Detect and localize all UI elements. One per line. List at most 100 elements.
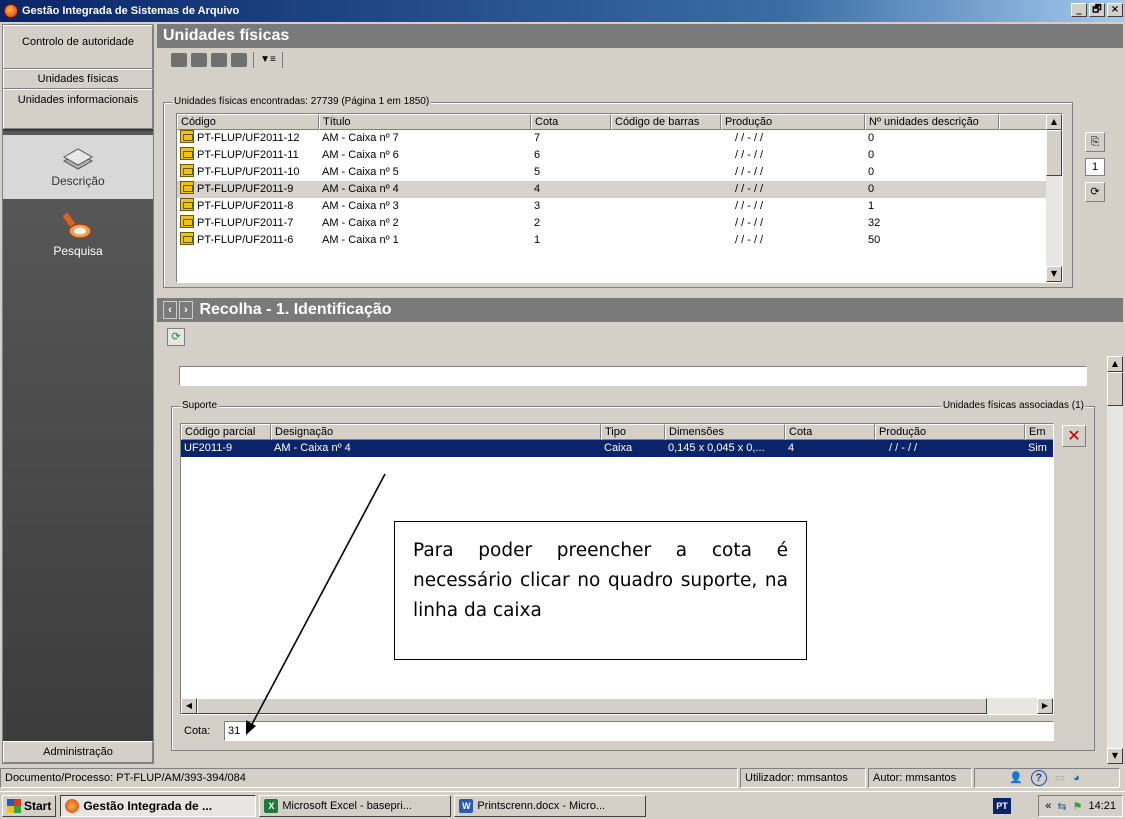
results-vscrollbar[interactable]: ▲ ▼ (1046, 114, 1062, 282)
col-titulo[interactable]: Título (319, 114, 531, 130)
cell-n: 0 (868, 183, 875, 195)
text-input[interactable] (179, 366, 1087, 386)
cell-n: 0 (868, 166, 875, 178)
sidebar-item-pesquisa[interactable]: Pesquisa (3, 205, 153, 265)
col-n-unidades[interactable]: Nº unidades descrição (865, 114, 999, 130)
cell-text: PT-FLUP/UF2011-12 (197, 132, 300, 144)
suporte-row[interactable]: UF2011-9 AM - Caixa nº 4 Caixa 0,145 x 0… (181, 440, 1053, 457)
table-row[interactable]: PT-FLUP/UF2011-11 AM - Caixa nº 6 6 / / - /… (177, 147, 1046, 164)
copy-icon[interactable] (211, 53, 227, 67)
cell-producao: / / - / / (735, 217, 764, 229)
col-codigo-parcial[interactable]: Código parcial (181, 424, 271, 440)
scroll-down-button[interactable]: ▼ (1046, 266, 1062, 282)
h-scroll-thumb[interactable] (197, 698, 987, 714)
cell-text: PT-FLUP/UF2011-6 (197, 234, 294, 246)
cell-em: Sim (1028, 442, 1047, 454)
next-page-button[interactable]: ⟳ (1085, 182, 1105, 202)
col-cota-sup[interactable]: Cota (785, 424, 875, 440)
tray-expand-icon[interactable]: « (1045, 800, 1051, 812)
close-button[interactable]: × (1107, 3, 1123, 17)
help-icon[interactable]: ? (1030, 770, 1047, 786)
start-button[interactable]: Start (2, 794, 57, 817)
next-section-button[interactable]: › (179, 300, 193, 319)
taskbar: Start Gestão Integrada de ... X Microsof… (0, 791, 1125, 819)
taskbar-item-gisa[interactable]: Gestão Integrada de ... (60, 794, 257, 817)
toolbar-separator (282, 52, 283, 68)
page-nav: ⎘ 1 ⟳ (1085, 132, 1105, 202)
security-icon[interactable]: ⚑ (1073, 800, 1083, 813)
refresh-icon[interactable]: ⟳ (167, 328, 185, 346)
minimize-button[interactable]: _ (1071, 3, 1087, 17)
globe-icon[interactable]: ◕ (1073, 769, 1080, 787)
cell-cota: 4 (534, 183, 541, 195)
maximize-button[interactable]: 🗗 (1089, 3, 1105, 17)
sidebar-panel: Descrição Pesquisa (3, 131, 153, 741)
cota-label: Cota: (184, 725, 211, 737)
col-em[interactable]: Em (1025, 424, 1053, 440)
results-list[interactable]: Código Título Cota Código de barras Prod… (176, 113, 1063, 283)
delete-icon[interactable] (231, 53, 247, 67)
scroll-down-button[interactable]: ▼ (1107, 748, 1123, 764)
table-row[interactable]: PT-FLUP/UF2011-6 AM - Caixa nº 1 1 / / - / … (177, 232, 1046, 249)
cell-dimensoes: 0,145 x 0,045 x 0,... (668, 442, 765, 454)
scroll-thumb[interactable] (1046, 130, 1062, 176)
results-groupbox: Unidades físicas encontradas: 27739 (Pág… (163, 96, 1073, 288)
cell-n: 0 (868, 149, 875, 161)
scroll-thumb[interactable] (1107, 372, 1123, 406)
magnifier-icon (62, 212, 92, 239)
col-tipo[interactable]: Tipo (601, 424, 665, 440)
col-producao-sup[interactable]: Produção (875, 424, 1025, 440)
suporte-hscrollbar[interactable]: ◀ ▶ (181, 698, 1053, 714)
recolha-vscrollbar[interactable]: ▲ ▼ (1107, 356, 1123, 764)
prev-page-button[interactable]: ⎘ (1085, 132, 1105, 152)
table-row[interactable]: PT-FLUP/UF2011-8 AM - Caixa nº 3 3 / / - / … (177, 198, 1046, 215)
cell-producao: / / - / / (735, 166, 764, 178)
taskbar-item-excel[interactable]: X Microsoft Excel - basepri... (259, 794, 452, 817)
page-number[interactable]: 1 (1085, 158, 1105, 176)
taskbar-item-word[interactable]: W Printscrenn.docx - Micro... (454, 794, 647, 817)
prev-section-button[interactable]: ‹ (163, 300, 177, 319)
sidebar-item-controlo-autoridade[interactable]: Controlo de autoridade (3, 25, 153, 69)
cell-tipo: Caixa (604, 442, 633, 454)
remove-button[interactable]: ✕ (1062, 425, 1086, 447)
sidebar-item-descricao[interactable]: Descrição (3, 135, 153, 199)
table-row[interactable]: PT-FLUP/UF2011-12 AM - Caixa nº 7 7 / / - /… (177, 130, 1046, 147)
disabled-icon: ▭ (1054, 772, 1066, 784)
excel-icon: X (264, 798, 279, 813)
results-list-header: Código Título Cota Código de barras Prod… (177, 114, 1047, 130)
sidebar-item-unidades-fisicas[interactable]: Unidades físicas (3, 69, 153, 89)
cell-producao: / / - / / (735, 132, 764, 144)
new-icon[interactable] (171, 53, 187, 67)
taskbar-label-word: Printscrenn.docx - Micro... (477, 799, 606, 812)
language-indicator[interactable]: PT (993, 798, 1011, 814)
scroll-right-button[interactable]: ▶ (1037, 698, 1053, 714)
cell-n: 1 (868, 200, 875, 212)
col-dimensoes[interactable]: Dimensões (665, 424, 785, 440)
network-icon[interactable]: ⇆ (1057, 800, 1066, 813)
scroll-up-button[interactable]: ▲ (1046, 114, 1062, 130)
suporte-title: Suporte (180, 400, 220, 411)
cell-titulo: AM - Caixa nº 7 (322, 132, 399, 144)
cell-cota: 7 (534, 132, 541, 144)
cell-text: PT-FLUP/UF2011-8 (197, 200, 294, 212)
col-designacao[interactable]: Designação (271, 424, 601, 440)
sidebar-item-administracao[interactable]: Administração (3, 741, 153, 763)
cell-barras (611, 130, 721, 147)
cota-input[interactable]: 31 (224, 721, 1054, 741)
scroll-up-button[interactable]: ▲ (1107, 356, 1123, 372)
col-codigo[interactable]: Código (177, 114, 319, 130)
clock[interactable]: 14:21 (1088, 800, 1116, 812)
sidebar: Controlo de autoridade Unidades físicas … (2, 24, 154, 764)
unidades-fisicas-panel: Unidades físicas ▼≡ Unidades físicas enc… (157, 24, 1123, 296)
user-icon[interactable]: 👤 (1009, 769, 1023, 787)
table-row[interactable]: PT-FLUP/UF2011-7 AM - Caixa nº 2 2 / / - / … (177, 215, 1046, 232)
edit-icon[interactable] (191, 53, 207, 67)
col-cota[interactable]: Cota (531, 114, 611, 130)
table-row[interactable]: PT-FLUP/UF2011-10 AM - Caixa nº 5 5 / / - /… (177, 164, 1046, 181)
scroll-left-button[interactable]: ◀ (181, 698, 197, 714)
filter-icon[interactable]: ▼≡ (260, 53, 276, 67)
col-producao[interactable]: Produção (721, 114, 865, 130)
sidebar-item-unidades-informacionais[interactable]: Unidades informacionais (3, 89, 153, 129)
table-row[interactable]: PT-FLUP/UF2011-9 AM - Caixa nº 4 4 / / - / … (177, 181, 1046, 198)
col-codigo-barras[interactable]: Código de barras (611, 114, 721, 130)
